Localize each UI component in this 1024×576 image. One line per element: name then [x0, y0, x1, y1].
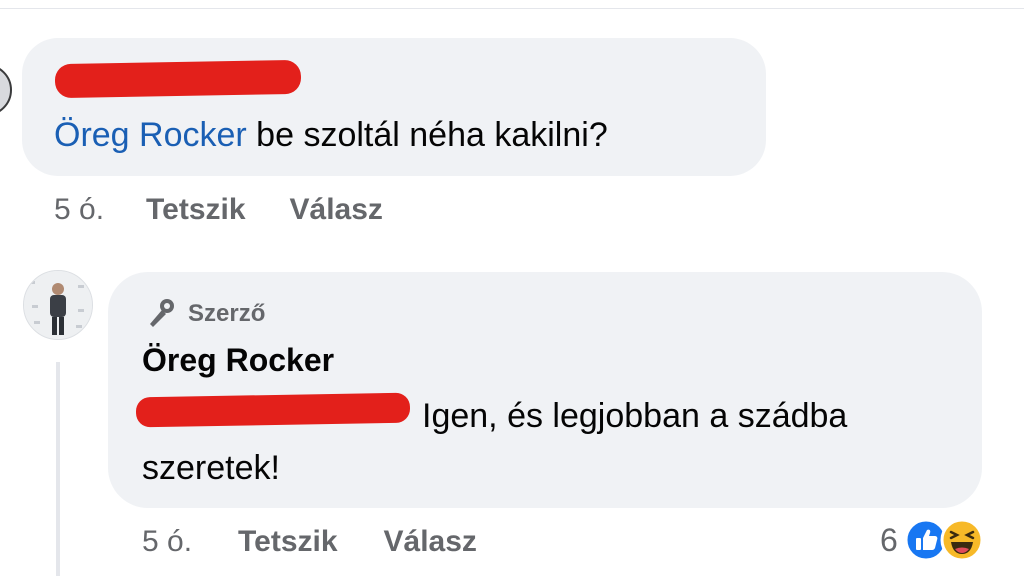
author-badge-label: Szerző — [188, 300, 266, 327]
reply-button[interactable]: Válasz — [290, 190, 383, 230]
microphone-icon — [150, 299, 174, 327]
comment-text: Öreg Rocker be szoltál néha kakilni? — [54, 110, 608, 160]
reaction-summary[interactable]: 6 — [880, 518, 984, 562]
reply-like-button[interactable]: Tetszik — [238, 522, 337, 562]
reply-author-name[interactable]: Öreg Rocker — [142, 338, 334, 382]
mention-link[interactable]: Öreg Rocker — [54, 116, 247, 154]
author-badge: Szerző — [142, 296, 265, 332]
reply-actions: 5 ó. Tetszik Válasz — [142, 522, 477, 562]
redacted-commenter-name — [54, 59, 302, 99]
reply-reply-button[interactable]: Válasz — [384, 522, 477, 562]
commenter-avatar[interactable] — [0, 64, 12, 116]
reply-timestamp[interactable]: 5 ó. — [142, 522, 192, 562]
haha-icon — [940, 518, 984, 562]
reaction-count: 6 — [880, 522, 898, 558]
reply-author-avatar[interactable] — [23, 270, 93, 340]
redacted-mention — [135, 392, 411, 428]
thread-line — [56, 362, 60, 576]
like-button[interactable]: Tetszik — [146, 190, 245, 230]
top-divider — [0, 0, 1024, 9]
avatar-photo — [24, 271, 92, 339]
comment-body: be szoltál néha kakilni? — [246, 116, 608, 154]
comment-actions: 5 ó. Tetszik Válasz — [54, 190, 383, 230]
comment-timestamp[interactable]: 5 ó. — [54, 190, 104, 230]
